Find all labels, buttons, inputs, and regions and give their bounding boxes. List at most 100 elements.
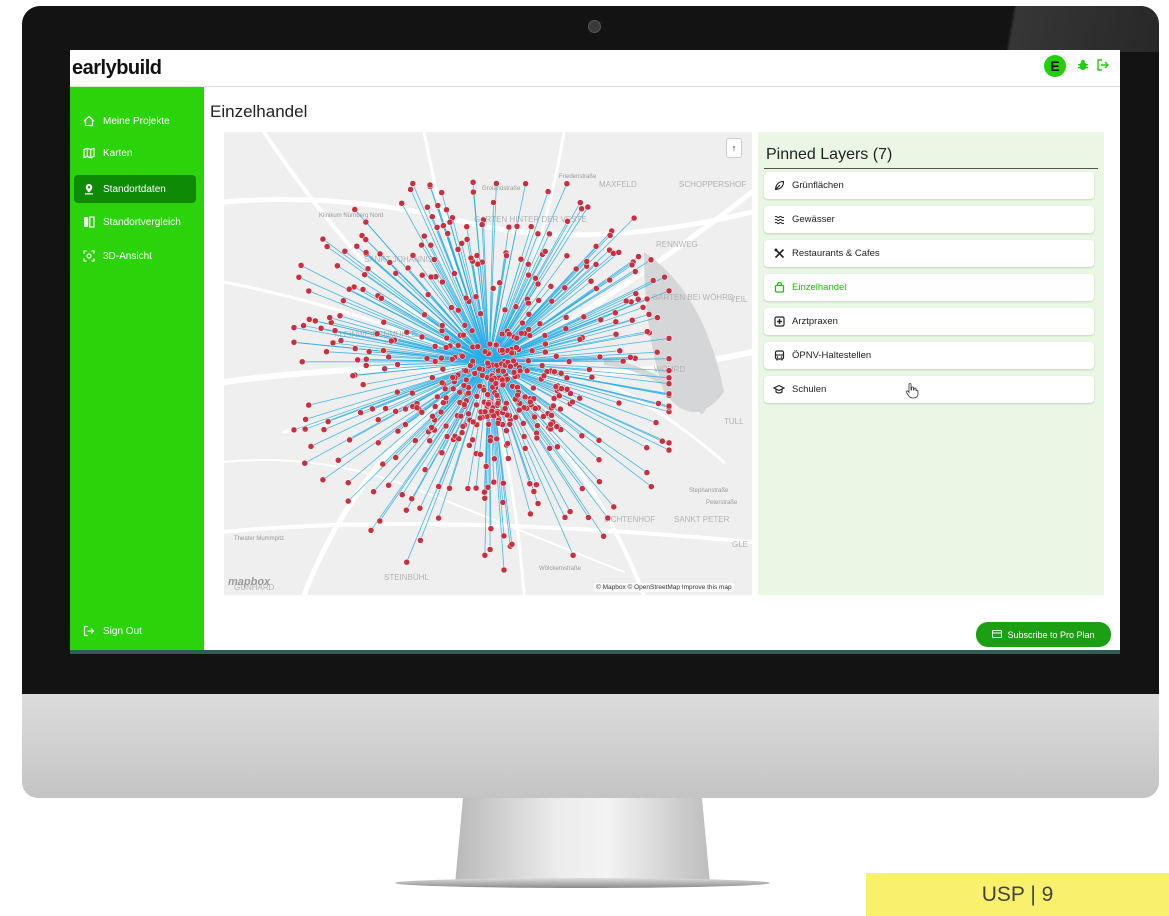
retail-point[interactable] <box>484 359 492 367</box>
retail-point[interactable] <box>473 252 481 259</box>
retail-point[interactable] <box>344 479 352 486</box>
retail-point[interactable] <box>597 316 605 324</box>
retail-point[interactable] <box>373 330 381 338</box>
retail-point[interactable] <box>505 223 513 231</box>
retail-point[interactable] <box>600 533 607 540</box>
retail-point[interactable] <box>665 380 673 387</box>
retail-point[interactable] <box>346 436 353 444</box>
retail-point[interactable] <box>473 393 481 400</box>
retail-point[interactable] <box>361 271 368 278</box>
retail-point[interactable] <box>632 268 639 275</box>
retail-point[interactable] <box>458 240 465 247</box>
retail-point[interactable] <box>357 409 364 416</box>
retail-point[interactable] <box>508 541 516 548</box>
retail-point[interactable] <box>481 488 488 496</box>
retail-point[interactable] <box>533 481 540 488</box>
retail-point[interactable] <box>525 271 532 279</box>
retail-point[interactable] <box>643 469 651 476</box>
retail-point[interactable] <box>645 311 653 318</box>
retail-point[interactable] <box>494 420 502 427</box>
retail-point[interactable] <box>427 273 435 281</box>
retail-point[interactable] <box>375 416 382 424</box>
retail-point[interactable] <box>665 367 673 374</box>
retail-point[interactable] <box>469 179 477 186</box>
retail-point[interactable] <box>550 402 557 410</box>
retail-point[interactable] <box>394 361 401 368</box>
retail-point[interactable] <box>403 558 410 566</box>
retail-point[interactable] <box>653 348 661 356</box>
retail-point[interactable] <box>616 347 624 355</box>
retail-point[interactable] <box>583 258 591 265</box>
retail-point[interactable] <box>462 294 470 302</box>
retail-point[interactable] <box>290 324 298 331</box>
retail-point[interactable] <box>525 311 533 318</box>
retail-point[interactable] <box>649 277 657 284</box>
retail-point[interactable] <box>501 306 509 314</box>
retail-point[interactable] <box>435 483 442 490</box>
retail-point[interactable] <box>546 230 553 238</box>
retail-point[interactable] <box>364 265 372 272</box>
retail-point[interactable] <box>385 353 392 361</box>
retail-point[interactable] <box>523 367 531 375</box>
retail-point[interactable] <box>413 404 421 411</box>
retail-point[interactable] <box>403 506 410 514</box>
retail-point[interactable] <box>561 284 569 292</box>
retail-point[interactable] <box>418 271 426 279</box>
retail-point[interactable] <box>472 293 480 300</box>
retail-point[interactable] <box>491 455 498 463</box>
retail-point[interactable] <box>584 203 592 211</box>
retail-point[interactable] <box>463 376 470 384</box>
retail-point[interactable] <box>418 241 425 249</box>
retail-point[interactable] <box>661 273 668 281</box>
retail-point[interactable] <box>429 374 436 381</box>
retail-point[interactable] <box>448 304 455 311</box>
retail-point[interactable] <box>468 327 476 335</box>
retail-point[interactable] <box>398 491 406 498</box>
retail-point[interactable] <box>301 459 309 467</box>
retail-point[interactable] <box>362 362 370 369</box>
retail-point[interactable] <box>525 357 532 365</box>
retail-point[interactable] <box>345 285 353 293</box>
retail-point[interactable] <box>409 252 417 259</box>
retail-point[interactable] <box>431 358 439 365</box>
retail-point[interactable] <box>363 356 370 363</box>
retail-point[interactable] <box>486 546 494 553</box>
layer-schulen[interactable]: Schulen <box>764 376 1094 403</box>
retail-point[interactable] <box>439 365 447 373</box>
retail-point[interactable] <box>402 421 409 428</box>
retail-point[interactable] <box>643 444 650 451</box>
retail-point[interactable] <box>596 353 604 361</box>
retail-point[interactable] <box>492 380 500 387</box>
retail-point[interactable] <box>380 347 387 354</box>
retail-point[interactable] <box>510 369 518 376</box>
retail-point[interactable] <box>504 440 511 447</box>
retail-point[interactable] <box>530 384 537 392</box>
retail-point[interactable] <box>336 312 344 320</box>
retail-point[interactable] <box>298 358 306 366</box>
retail-point[interactable] <box>369 405 376 413</box>
retail-point[interactable] <box>362 249 370 256</box>
retail-point[interactable] <box>394 388 401 396</box>
sidebar-item-standortvergleich[interactable]: Standortvergleich <box>74 208 196 236</box>
retail-point[interactable] <box>329 339 337 347</box>
retail-point[interactable] <box>553 353 560 360</box>
retail-point[interactable] <box>534 500 542 507</box>
retail-point[interactable] <box>426 181 434 189</box>
retail-point[interactable] <box>423 355 431 362</box>
retail-point[interactable] <box>476 382 484 390</box>
retail-point[interactable] <box>527 223 535 230</box>
retail-point[interactable] <box>542 348 549 356</box>
retail-point[interactable] <box>461 401 468 408</box>
retail-point[interactable] <box>434 393 441 401</box>
retail-point[interactable] <box>569 552 577 559</box>
subscribe-button[interactable]: Subscribe to Pro Plan <box>976 622 1111 647</box>
retail-point[interactable] <box>437 408 445 416</box>
retail-point[interactable] <box>443 206 450 214</box>
retail-point[interactable] <box>512 303 520 310</box>
retail-point[interactable] <box>516 367 524 375</box>
retail-point[interactable] <box>464 485 472 492</box>
retail-point[interactable] <box>388 337 395 345</box>
retail-point[interactable] <box>498 346 506 354</box>
retail-point[interactable] <box>615 249 623 256</box>
retail-point[interactable] <box>534 422 541 429</box>
